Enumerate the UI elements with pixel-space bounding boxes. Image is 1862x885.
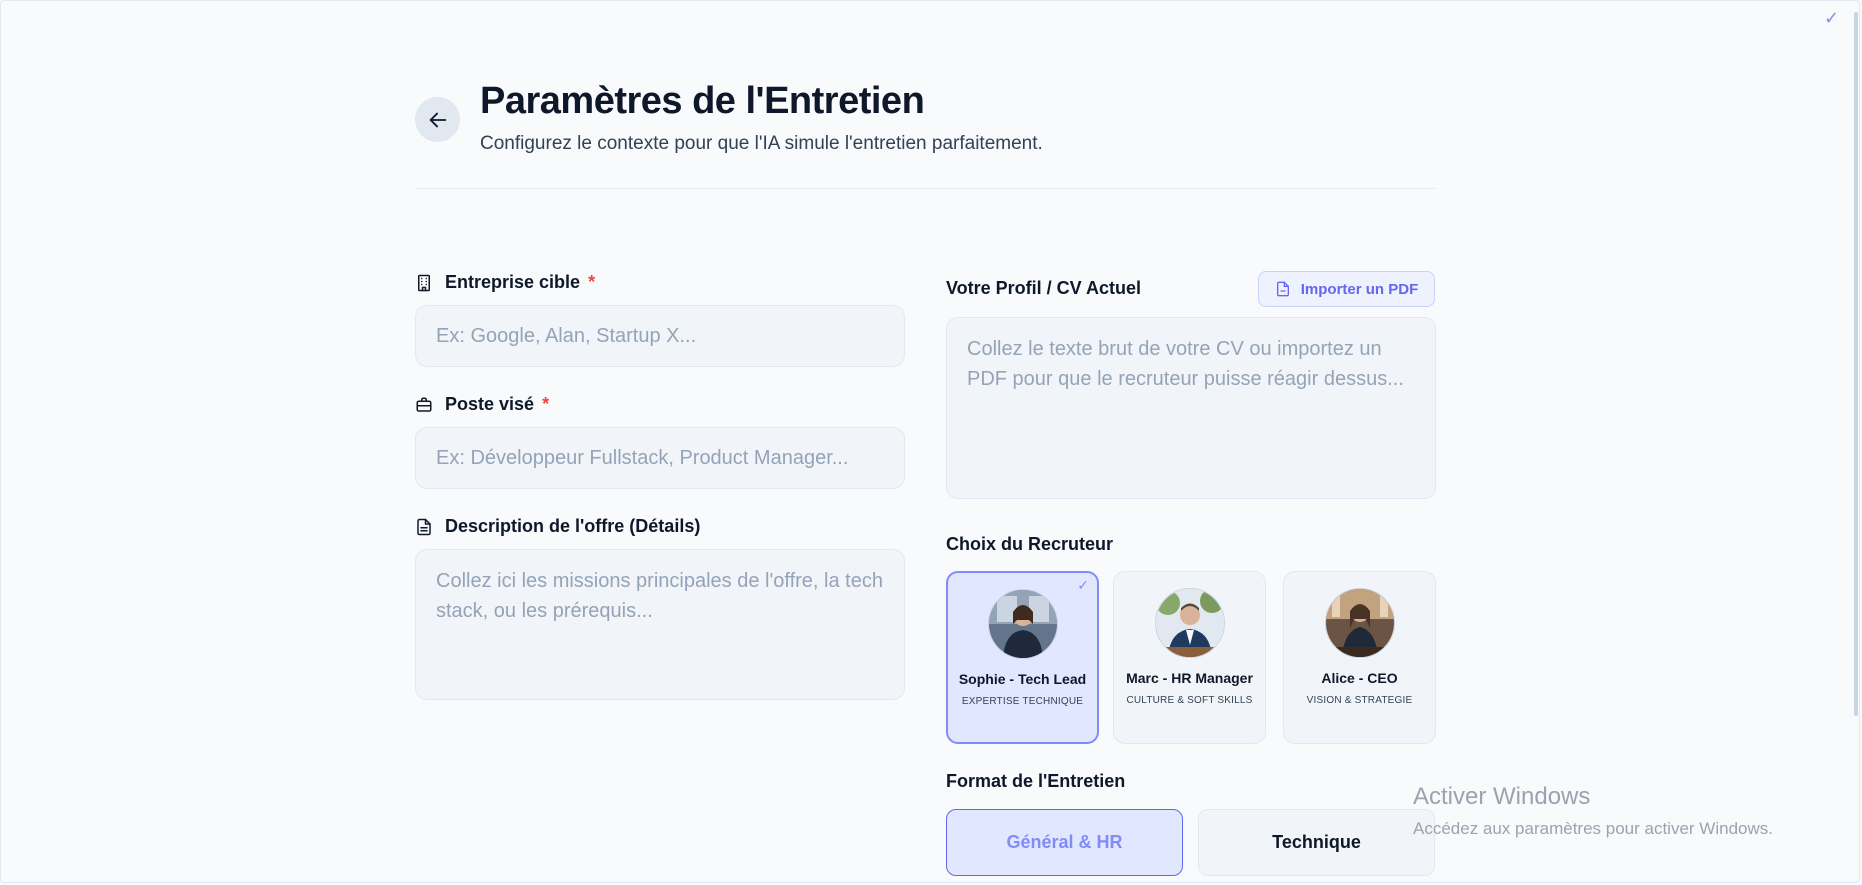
building-icon (415, 274, 433, 292)
recruiter-card-sophie[interactable]: ✓ Sophie - Tech Lead EXPERTISE TECHNIQUE (946, 571, 1099, 744)
company-label-text: Entreprise cible (445, 272, 581, 292)
briefcase-icon (415, 396, 433, 414)
check-icon: ✓ (1077, 577, 1089, 593)
description-label-text: Description de l'offre (Détails) (445, 516, 701, 536)
recruiter-tag: CULTURE & SOFT SKILLS (1126, 695, 1253, 706)
import-pdf-button[interactable]: Importer un PDF (1258, 271, 1435, 307)
file-text-icon (415, 518, 433, 536)
avatar (987, 589, 1058, 659)
company-input[interactable] (415, 305, 905, 367)
recruiter-name: Alice - CEO (1321, 670, 1398, 686)
recruiter-card-marc[interactable]: Marc - HR Manager CULTURE & SOFT SKILLS (1113, 571, 1266, 744)
format-label-text: Format de l'Entretien (946, 771, 1126, 791)
watermark-title: Activer Windows (1413, 783, 1591, 810)
company-label: Entreprise cible * (415, 272, 595, 293)
page-subtitle: Configurez le contexte pour que l'IA sim… (480, 133, 1043, 154)
position-input[interactable] (415, 427, 905, 489)
recruiter-name: Sophie - Tech Lead (958, 671, 1087, 687)
recruiter-name: Marc - HR Manager (1126, 670, 1253, 686)
file-icon (1275, 281, 1291, 297)
required-mark: * (542, 394, 550, 414)
profile-label-text: Votre Profil / CV Actuel (946, 278, 1142, 298)
cv-textarea[interactable] (946, 317, 1436, 499)
format-technique-button[interactable]: Technique (1198, 809, 1435, 876)
recruiter-label-text: Choix du Recruteur (946, 534, 1114, 554)
avatar (1154, 588, 1225, 658)
description-label: Description de l'offre (Détails) (415, 516, 700, 537)
recruiter-tag: EXPERTISE TECHNIQUE (961, 696, 1084, 707)
profile-label: Votre Profil / CV Actuel (946, 278, 1141, 299)
windows-activation-watermark: Activer Windows Accédez aux paramètres p… (1413, 783, 1773, 839)
required-mark: * (588, 272, 596, 292)
position-label-text: Poste visé (445, 394, 535, 414)
arrow-left-icon (429, 112, 446, 127)
position-label: Poste visé * (415, 394, 549, 415)
import-pdf-label: Importer un PDF (1300, 280, 1419, 298)
back-button[interactable] (415, 97, 460, 142)
format-general-hr-button[interactable]: Général & HR (946, 809, 1183, 876)
page-title: Paramètres de l'Entretien (480, 80, 925, 122)
recruiter-label: Choix du Recruteur (946, 534, 1113, 555)
check-icon: ✓ (1824, 8, 1840, 28)
avatar (1324, 588, 1395, 658)
recruiter-tag: VISION & STRATEGIE (1306, 695, 1413, 706)
header-divider (415, 188, 1435, 189)
scrollbar[interactable] (1854, 12, 1858, 716)
watermark-text: Accédez aux paramètres pour activer Wind… (1413, 819, 1773, 838)
description-textarea[interactable] (415, 549, 905, 700)
recruiter-card-alice[interactable]: Alice - CEO VISION & STRATEGIE (1283, 571, 1436, 744)
format-label: Format de l'Entretien (946, 771, 1125, 792)
